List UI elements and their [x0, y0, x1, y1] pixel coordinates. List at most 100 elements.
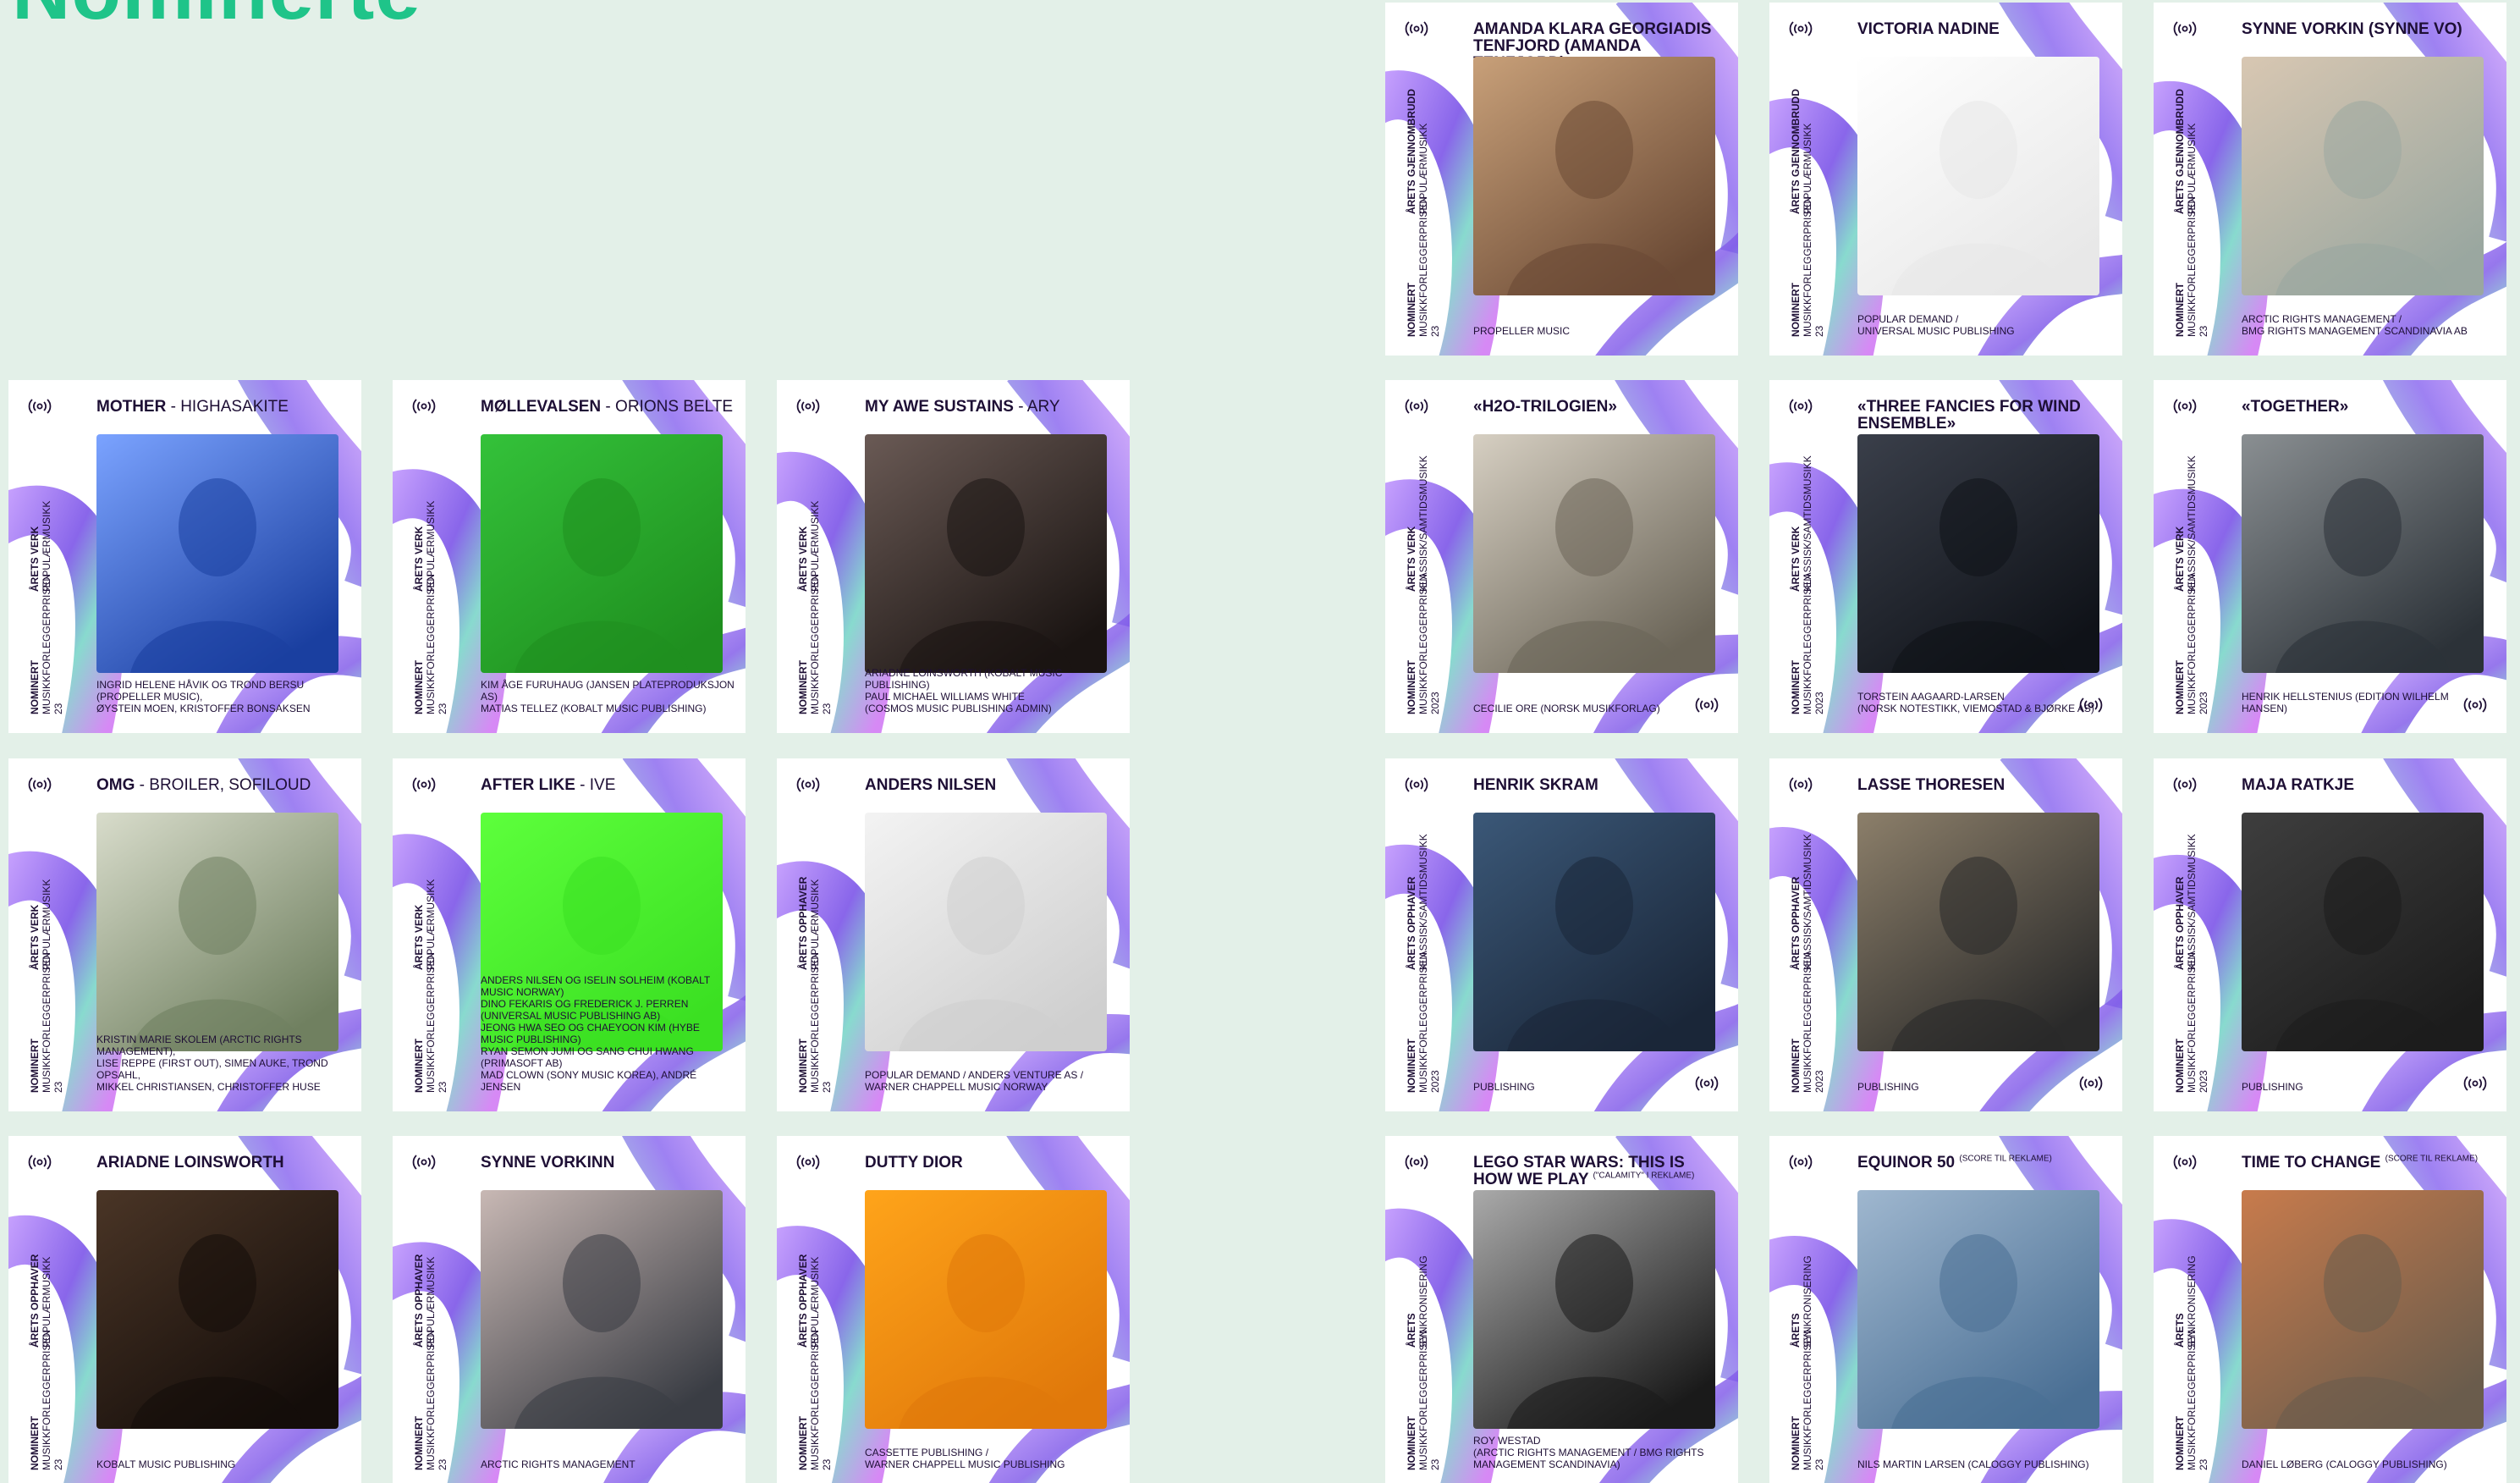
nominee-card[interactable]: Time to change (score til reklame) Årets…	[2154, 1136, 2506, 1483]
broadcast-icon	[28, 399, 52, 414]
nominee-photo	[1857, 434, 2099, 673]
credit-line: Mikkel Christiansen, Christoffer Huse	[96, 1081, 321, 1093]
prize-text: Musikkforleggerprisen 23	[41, 1329, 64, 1470]
nominated-label: Nominert Musikkforleggerprisen 23	[413, 1318, 448, 1470]
nominee-photo	[1473, 1190, 1715, 1429]
nominated-label: Nominert Musikkforleggerprisen 2023	[2174, 562, 2209, 714]
nominee-card[interactable]: Mother - Highasakite Årets verk Populærm…	[8, 380, 361, 733]
nominated-label: Nominert Musikkforleggerprisen 23	[1790, 185, 1825, 337]
title-artist: - Broiler, Sofiloud	[135, 776, 311, 794]
card-title: OMG - Broiler, Sofiloud	[96, 777, 350, 794]
credit-line: Nils Martin Larsen (Caloggy Publishing)	[1857, 1458, 2089, 1470]
nominee-card[interactable]: Maja Ratkje Årets opphaver Klassisk/samt…	[2154, 758, 2506, 1111]
credit-line: Matias Tellez (Kobalt Music Publishing)	[481, 703, 707, 714]
credit-line: Ariadne Loinsworth (Kobalt Music Publish…	[865, 667, 1063, 691]
nominee-card[interactable]: OMG - Broiler, Sofiloud Årets verk Popul…	[8, 758, 361, 1111]
nominert-text: Nominert	[1406, 660, 1417, 714]
nominert-text: Nominert	[1790, 1039, 1802, 1093]
title-artist: - IVE	[575, 776, 616, 794]
title-main: Time to change	[2242, 1154, 2381, 1172]
credit-line: (Arctic Rights Management / BMG Rights M…	[1473, 1447, 1704, 1470]
nominated-label: Nominert Musikkforleggerprisen 2023	[1790, 940, 1825, 1093]
nominee-card[interactable]: Anders Nilsen Årets opphaver Populærmusi…	[777, 758, 1130, 1111]
broadcast-icon	[2173, 777, 2197, 792]
prize-text: Musikkforleggerprisen 23	[1417, 196, 1441, 337]
title-main: Møllevalsen	[481, 398, 602, 416]
broadcast-icon	[796, 399, 820, 414]
credit-line: Anders Nilsen og Iselin Solheim (Kobalt …	[481, 974, 710, 998]
card-title: Ariadne Loinsworth	[96, 1155, 350, 1172]
nominert-text: Nominert	[2174, 1416, 2186, 1470]
broadcast-icon	[28, 777, 52, 792]
nominert-text: Nominert	[1790, 1416, 1802, 1470]
nominert-text: Nominert	[29, 1039, 41, 1093]
nominee-card[interactable]: Lasse Thoresen Årets opphaver Klassisk/s…	[1769, 758, 2122, 1111]
nominated-label: Nominert Musikkforleggerprisen 23	[29, 562, 64, 714]
card-credits: Publishing	[1473, 1081, 1727, 1093]
credit-line: Mad Clown (Sony Music Korea), André Jens…	[481, 1069, 697, 1093]
card-credits: Nils Martin Larsen (Caloggy Publishing)	[1857, 1458, 2111, 1470]
nominert-text: Nominert	[2174, 660, 2186, 714]
broadcast-icon	[412, 777, 436, 792]
title-main: Victoria Nadine	[1857, 20, 2000, 38]
prize-text: Musikkforleggerprisen 23	[1802, 196, 1825, 337]
title-main: Henrik Skram	[1473, 776, 1598, 794]
nominee-card[interactable]: Synne Vorkinn Årets opphaver Populærmusi…	[393, 1136, 746, 1483]
title-main: Ariadne Loinsworth	[96, 1154, 284, 1172]
credit-line: Roy Westad	[1473, 1435, 1541, 1447]
nominee-card[interactable]: Synne Vorkin (Synne Vo) Årets gjennombru…	[2154, 3, 2506, 356]
card-title: Møllevalsen - Orions Belte	[481, 399, 735, 416]
title-main: My Awe Sustains	[865, 398, 1014, 416]
broadcast-icon	[1789, 777, 1813, 792]
nominated-label: Nominert Musikkforleggerprisen 23	[1790, 1318, 1825, 1470]
card-title: «H2O-trilogien»	[1473, 399, 1727, 416]
title-main: Equinor 50	[1857, 1154, 1956, 1172]
nominee-card[interactable]: Møllevalsen - Orions Belte Årets verk Po…	[393, 380, 746, 733]
credit-line: (Cosmos Music Publishing Admin)	[865, 703, 1052, 714]
card-credits: Popular Demand / Anders Venture AS / Warn…	[865, 1069, 1119, 1093]
nominee-card[interactable]: «Together» Årets verk Klassisk/samtidsmu…	[2154, 380, 2506, 733]
card-title: After Like - IVE	[481, 777, 735, 794]
broadcast-icon	[412, 1155, 436, 1170]
card-credits: Publishing	[1857, 1081, 2111, 1093]
card-title: Synne Vorkinn	[481, 1155, 735, 1172]
broadcast-icon	[2173, 1155, 2197, 1170]
nominee-card[interactable]: «Three Fancies for Wind Ensemble» Årets …	[1769, 380, 2122, 733]
prize-text: Musikkforleggerprisen 2023	[1417, 573, 1441, 714]
nominee-card[interactable]: Henrik Skram Årets opphaver Klassisk/sam…	[1385, 758, 1738, 1111]
nominert-text: Nominert	[1790, 660, 1802, 714]
nominee-photo	[2242, 57, 2484, 295]
prize-text: Musikkforleggerprisen 2023	[2186, 951, 2209, 1093]
nominated-label: Nominert Musikkforleggerprisen 23	[797, 1318, 833, 1470]
nominee-card[interactable]: Victoria Nadine Årets gjennombrudd Popul…	[1769, 3, 2122, 356]
credit-line: Kristin Marie Skolem (Arctic Rights Mana…	[96, 1034, 302, 1057]
title-note: ("Calamity" i reklame)	[1593, 1171, 1695, 1181]
prize-text: Musikkforleggerprisen 23	[1417, 1329, 1441, 1470]
nominert-text: Nominert	[1790, 283, 1802, 337]
nominert-text: Nominert	[29, 1416, 41, 1470]
title-main: OMG	[96, 776, 135, 794]
card-title: Synne Vorkin (Synne Vo)	[2242, 21, 2495, 38]
nominee-card[interactable]: After Like - IVE Årets verk Populærmusik…	[393, 758, 746, 1111]
nominee-card[interactable]: My Awe Sustains - Ary Årets verk Populær…	[777, 380, 1130, 733]
card-title: «Together»	[2242, 399, 2495, 416]
card-title: Equinor 50 (score til reklame)	[1857, 1155, 2111, 1172]
nominert-text: Nominert	[2174, 283, 2186, 337]
nominated-label: Nominert Musikkforleggerprisen 2023	[2174, 940, 2209, 1093]
card-credits: Publishing	[2242, 1081, 2495, 1093]
credit-line: Kobalt Music Publishing	[96, 1458, 236, 1470]
title-main: «H2O-trilogien»	[1473, 398, 1617, 416]
nominee-card[interactable]: Ariadne Loinsworth Årets opphaver Populæ…	[8, 1136, 361, 1483]
nominee-card[interactable]: «H2O-trilogien» Årets verk Klassisk/samt…	[1385, 380, 1738, 733]
prize-text: Musikkforleggerprisen 23	[1802, 1329, 1825, 1470]
card-credits: Kim Åge Furuhaug (Jansen Plateproduksjon…	[481, 679, 735, 714]
broadcast-icon	[1789, 399, 1813, 414]
nominee-photo	[2242, 1190, 2484, 1429]
broadcast-icon	[2173, 21, 2197, 36]
nominee-card[interactable]: Dutty Dior Årets opphaver Populærmusikk …	[777, 1136, 1130, 1483]
nominee-card[interactable]: Lego Star Wars: This is how we play ("Ca…	[1385, 1136, 1738, 1483]
nominee-card[interactable]: Amanda Klara Georgiadis Tenfjord (Amanda…	[1385, 3, 1738, 356]
nominee-photo	[1473, 434, 1715, 673]
nominee-card[interactable]: Equinor 50 (score til reklame) Årets Syn…	[1769, 1136, 2122, 1483]
nominert-text: Nominert	[2174, 1039, 2186, 1093]
